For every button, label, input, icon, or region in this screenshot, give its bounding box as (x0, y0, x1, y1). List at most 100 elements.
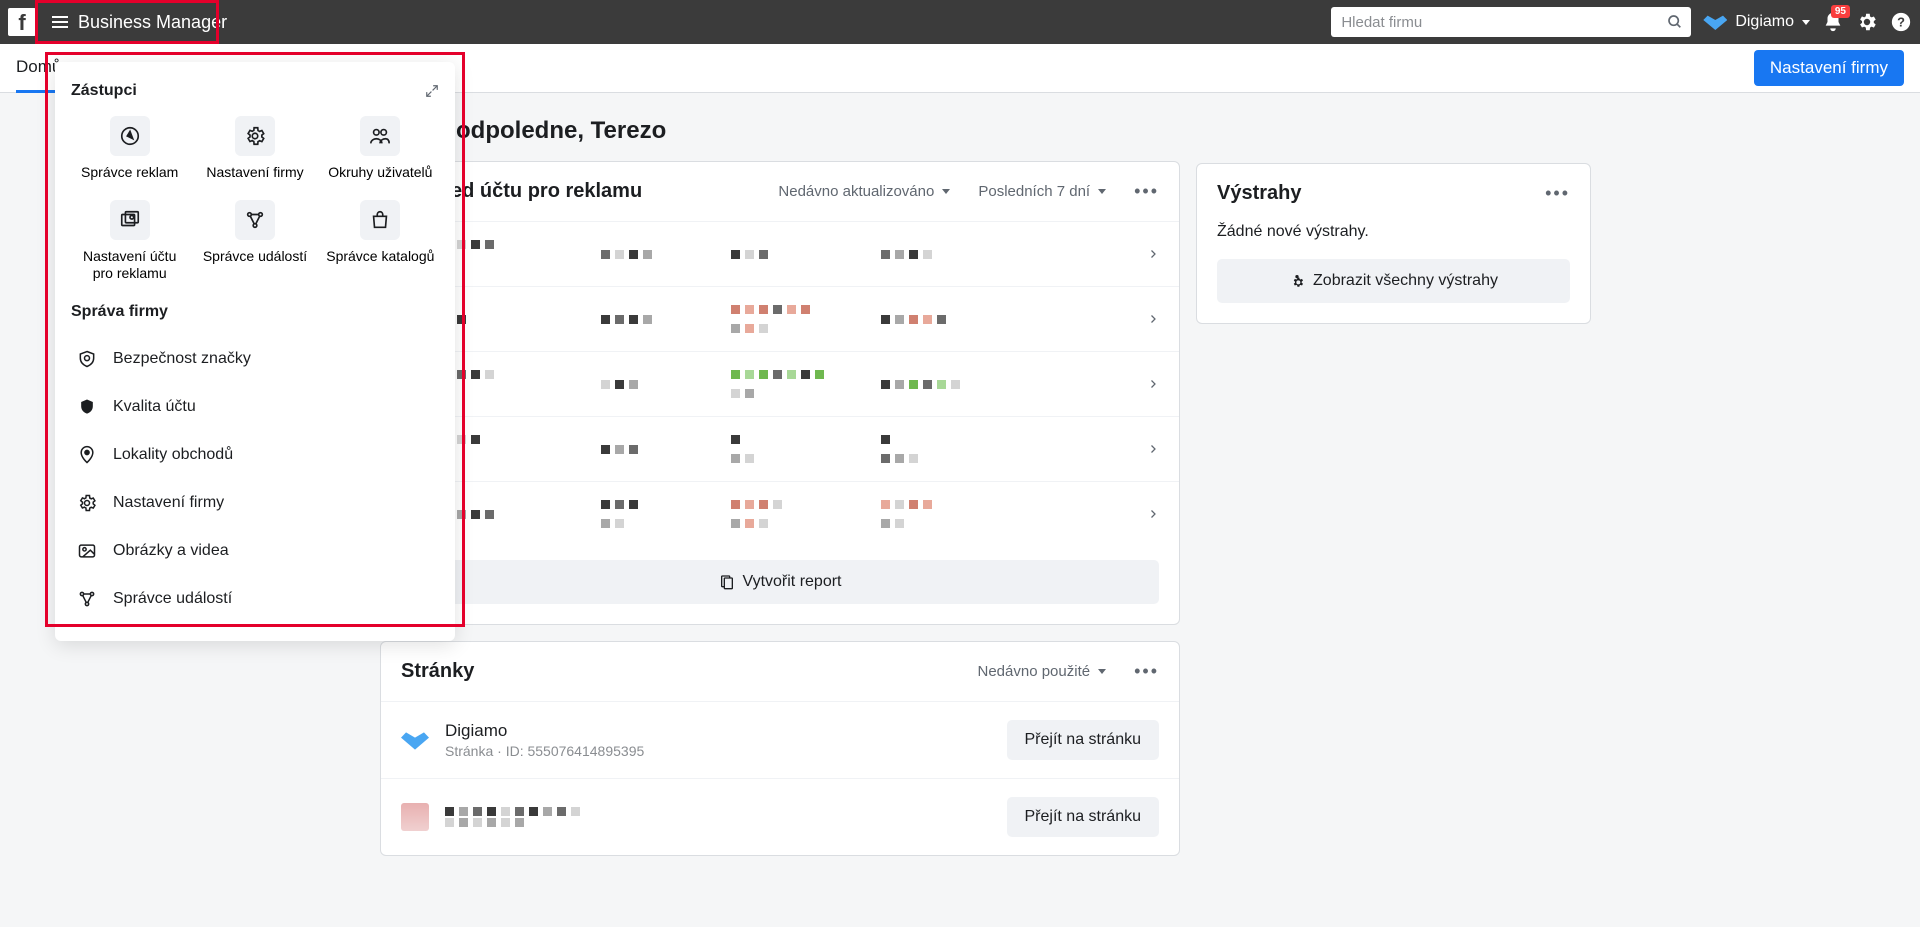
page-row: Přejít na stránku (381, 778, 1179, 855)
page-logo-icon (401, 803, 429, 831)
topbar: f Business Manager Digiamo 95 ? (0, 0, 1920, 44)
menu-business-settings[interactable]: Nastavení firmy (71, 481, 439, 525)
chevron-right-icon (1147, 506, 1159, 522)
page-sub-redacted (445, 818, 580, 827)
facebook-logo-icon[interactable]: f (8, 8, 36, 36)
people-icon (360, 116, 400, 156)
app-title: Business Manager (78, 12, 227, 33)
notification-badge: 95 (1831, 5, 1850, 18)
menu-label: Správce událostí (113, 590, 232, 608)
card-title: Výstrahy (1217, 182, 1302, 205)
shield-icon (75, 349, 99, 369)
menu-events-manager[interactable]: Správce událostí (71, 577, 439, 621)
media-icon (75, 541, 99, 561)
chevron-right-icon (1147, 311, 1159, 327)
mega-menu: Zástupci Správce reklam Nastavení firmy … (55, 62, 455, 641)
card-title: Stránky (401, 660, 474, 683)
shortcut-label: Správce katalogů (326, 248, 434, 266)
menu-store-locations[interactable]: Lokality obchodů (71, 433, 439, 477)
menu-label: Kvalita účtu (113, 398, 196, 416)
events-icon (235, 200, 275, 240)
chevron-right-icon (1147, 376, 1159, 392)
page-name[interactable]: Digiamo (445, 721, 644, 741)
menu-label: Bezpečnost značky (113, 350, 251, 368)
compass-icon (110, 116, 150, 156)
pages-card: Stránky Nedávno použité ••• Digiamo Strá… (380, 641, 1180, 856)
go-to-page-button[interactable]: Přejít na stránku (1007, 797, 1160, 837)
view-all-alerts-button[interactable]: Zobrazit všechny výstrahy (1217, 259, 1570, 303)
chevron-right-icon (1147, 441, 1159, 457)
ad-account-row[interactable] (381, 416, 1179, 481)
location-pin-icon (75, 445, 99, 465)
menu-account-quality[interactable]: Kvalita účtu (71, 385, 439, 429)
more-options-button[interactable]: ••• (1134, 661, 1159, 682)
events-icon (75, 589, 99, 609)
search-icon[interactable] (1667, 14, 1683, 30)
shortcut-label: Správce událostí (203, 248, 307, 266)
topbar-right: Digiamo 95 ? (1331, 7, 1912, 37)
shortcut-business-settings[interactable]: Nastavení firmy (196, 116, 313, 182)
shortcut-ad-account-settings[interactable]: Nastavení účtu pro reklamu (71, 200, 188, 283)
right-column: Výstrahy ••• Žádné nové výstrahy. Zobraz… (1196, 109, 1591, 340)
caret-down-icon (1098, 669, 1106, 674)
shortcut-label: Správce reklam (81, 164, 178, 182)
business-picker[interactable]: Digiamo (1703, 12, 1810, 32)
shortcut-label: Nastavení účtu pro reklamu (71, 248, 188, 283)
business-settings-button[interactable]: Nastavení firmy (1754, 50, 1904, 86)
more-options-button[interactable]: ••• (1134, 181, 1159, 202)
ad-account-row[interactable] (381, 221, 1179, 286)
menu-label: Lokality obchodů (113, 446, 233, 464)
menu-label: Obrázky a videa (113, 542, 229, 560)
shortcut-catalog-manager[interactable]: Správce katalogů (322, 200, 439, 283)
shopping-bag-icon (360, 200, 400, 240)
help-icon[interactable]: ? (1890, 11, 1912, 33)
pages-sort-dropdown[interactable]: Nedávno použité (978, 663, 1107, 680)
expand-icon[interactable] (425, 84, 439, 98)
menu-brand-safety[interactable]: Bezpečnost značky (71, 337, 439, 381)
menu-images-videos[interactable]: Obrázky a videa (71, 529, 439, 573)
more-options-button[interactable]: ••• (1545, 183, 1570, 204)
caret-down-icon (1802, 20, 1810, 25)
page-sub: Stránka · ID: 555076414895395 (445, 743, 644, 759)
caret-down-icon (1098, 189, 1106, 194)
billing-icon (110, 200, 150, 240)
caret-down-icon (942, 189, 950, 194)
shortcuts-heading: Zástupci (71, 82, 439, 100)
left-column: Dobré odpoledne, Terezo Přehled účtu pro… (380, 109, 1180, 872)
menu-label: Nastavení firmy (113, 494, 224, 512)
card-header: Stránky Nedávno použité ••• (381, 642, 1179, 701)
business-manager-menu-toggle[interactable]: Business Manager (40, 0, 239, 44)
shield-check-icon (75, 397, 99, 417)
business-logo-icon (1703, 12, 1727, 32)
daterange-dropdown[interactable]: Posledních 7 dní (978, 183, 1106, 200)
notifications-button[interactable]: 95 (1822, 11, 1844, 33)
card-header: Přehled účtu pro reklamu Nedávno aktuali… (381, 162, 1179, 221)
shortcut-label: Okruhy uživatelů (328, 164, 432, 182)
manage-heading: Správa firmy (71, 303, 439, 321)
search-wrap (1331, 7, 1691, 37)
alerts-empty-text: Žádné nové výstrahy. (1217, 223, 1570, 241)
settings-gear-icon[interactable] (1856, 11, 1878, 33)
shortcut-label: Nastavení firmy (206, 164, 303, 182)
sort-dropdown[interactable]: Nedávno aktualizováno (778, 183, 950, 200)
svg-text:?: ? (1897, 15, 1905, 30)
shortcut-ads-manager[interactable]: Správce reklam (71, 116, 188, 182)
chevron-right-icon (1147, 246, 1159, 262)
ad-accounts-card: Přehled účtu pro reklamu Nedávno aktuali… (380, 161, 1180, 625)
hamburger-icon (52, 16, 68, 28)
ad-account-row[interactable] (381, 481, 1179, 546)
business-name: Digiamo (1735, 13, 1794, 31)
page-logo-icon (401, 728, 429, 752)
search-input[interactable] (1331, 7, 1691, 37)
shortcut-events-manager[interactable]: Správce událostí (196, 200, 313, 283)
create-report-button[interactable]: Vytvořit report (401, 560, 1159, 604)
page-name-redacted (445, 807, 580, 816)
greeting: Dobré odpoledne, Terezo (380, 117, 1180, 145)
gear-icon (235, 116, 275, 156)
alerts-card: Výstrahy ••• Žádné nové výstrahy. Zobraz… (1196, 163, 1591, 324)
go-to-page-button[interactable]: Přejít na stránku (1007, 720, 1160, 760)
shortcut-audiences[interactable]: Okruhy uživatelů (322, 116, 439, 182)
ad-account-row[interactable] (381, 286, 1179, 351)
ad-account-row[interactable] (381, 351, 1179, 416)
card-header: Výstrahy ••• (1197, 164, 1590, 223)
